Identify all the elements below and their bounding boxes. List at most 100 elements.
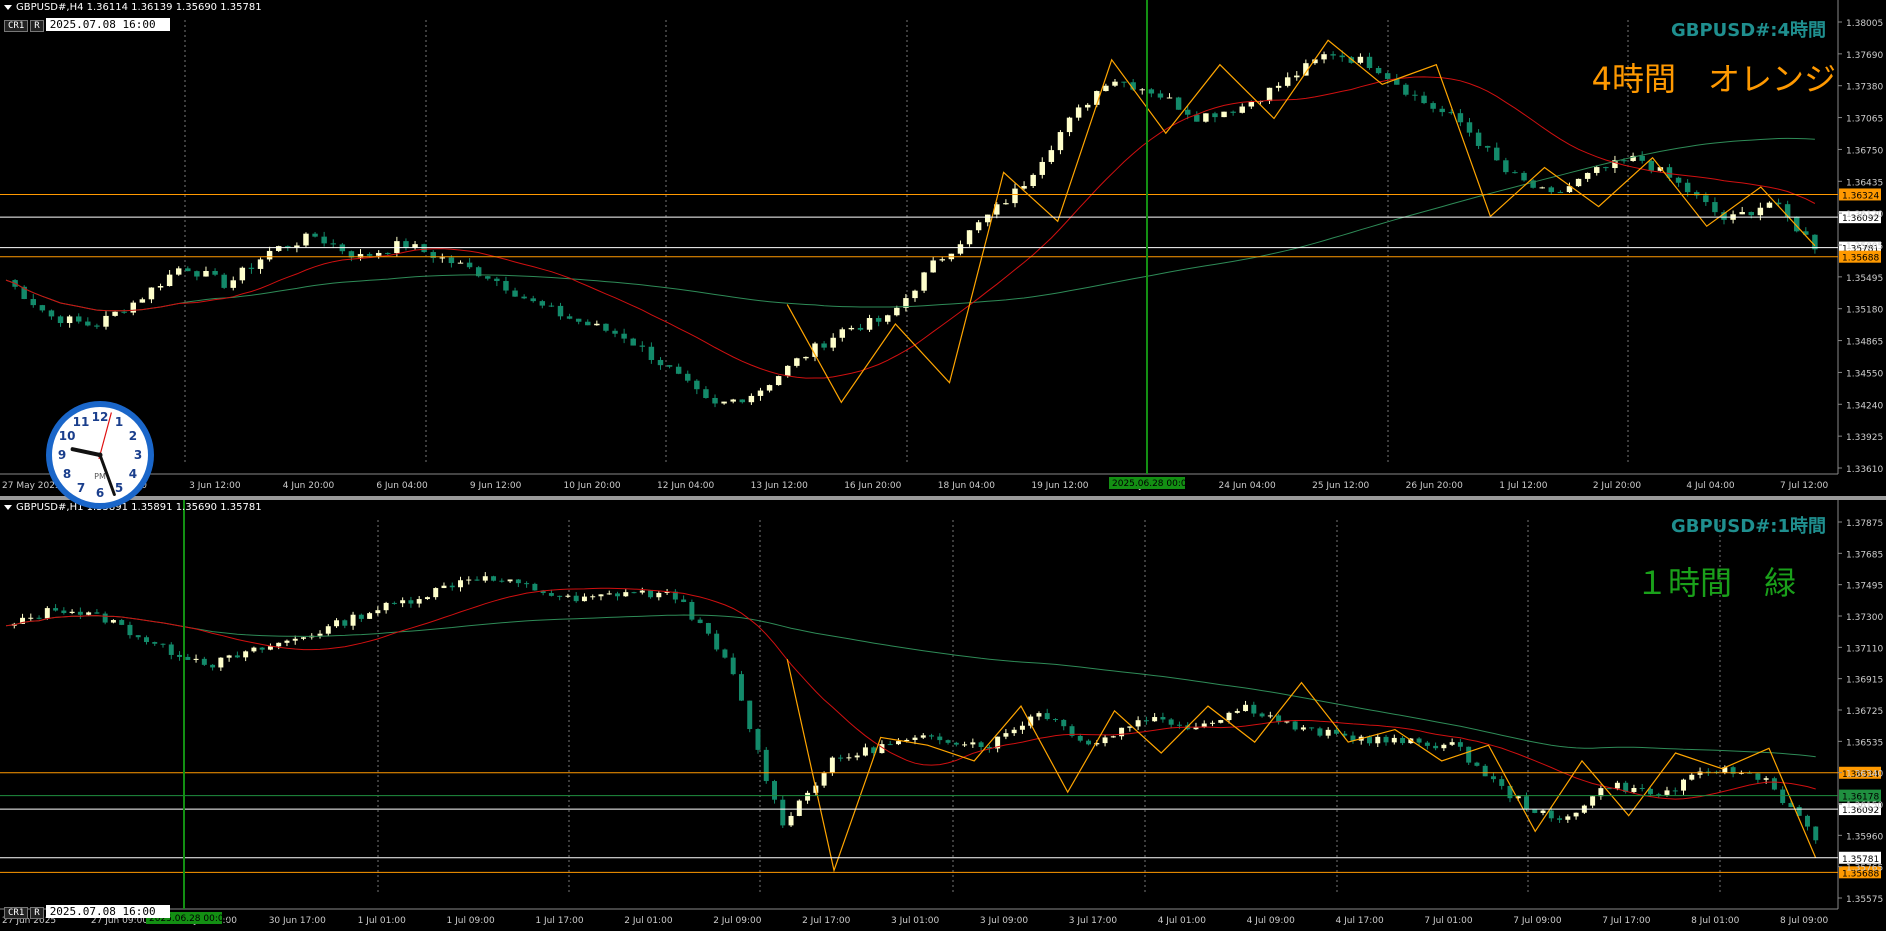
time-axis-label: 1 Jul 17:00 xyxy=(535,916,584,926)
candle-body xyxy=(730,657,736,675)
ma-slow-line xyxy=(5,614,1816,758)
candle-body xyxy=(747,700,753,730)
candle-body xyxy=(1375,68,1382,74)
clock-number: 12 xyxy=(92,410,109,424)
dropdown-triangle-icon[interactable] xyxy=(4,504,12,510)
candle-body xyxy=(703,389,709,398)
h1-subtitle: １時間 緑 xyxy=(1635,564,1796,602)
price-axis-label: 1.35575 xyxy=(1846,895,1883,905)
time-axis-label: 1 Jul 09:00 xyxy=(447,916,496,926)
candle-body xyxy=(772,781,777,800)
candle-body xyxy=(1218,720,1224,723)
candle-body xyxy=(1639,788,1645,790)
candle-body xyxy=(243,651,249,658)
candle-body xyxy=(1333,729,1339,734)
candle-body xyxy=(321,236,327,244)
candle-body xyxy=(1439,108,1445,113)
candle-body xyxy=(135,635,141,638)
analog-clock[interactable]: 12 12 3 45678 9 1011 PM xyxy=(44,399,156,511)
candle-body xyxy=(590,596,596,598)
time-axis-label: 8 Jul 09:00 xyxy=(1780,916,1829,926)
candle-body xyxy=(1366,56,1373,69)
h1-chart-pane[interactable]: 1.36324 1.36178 1.36092 1.35781 1.35688 1.378… xyxy=(0,500,1886,931)
candle-body xyxy=(1648,160,1655,171)
candle-body xyxy=(28,617,34,619)
candle-body xyxy=(266,250,273,260)
candle-body xyxy=(366,254,373,256)
h4-symbol-header: GBPUSD#,H4 1.36114 1.36139 1.35690 1.357… xyxy=(4,2,262,13)
clock-number: 10 xyxy=(59,429,76,443)
candle-body xyxy=(623,592,629,597)
h1-time-box[interactable]: CR1 R 2025.07.08 16:00 xyxy=(4,905,170,919)
candle-body xyxy=(1482,765,1488,777)
h4-time-box[interactable]: CR1 R 2025.07.08 16:00 xyxy=(4,18,170,32)
candle-body xyxy=(1755,773,1761,780)
candle-body xyxy=(1212,113,1218,118)
candle-body xyxy=(1672,790,1678,792)
price-axis-label: 1.34865 xyxy=(1846,338,1883,348)
candle-body xyxy=(530,298,536,302)
candle-body xyxy=(957,244,964,254)
candle-body xyxy=(1357,56,1364,63)
clock-number: 2 xyxy=(129,429,137,443)
candle-body xyxy=(1157,93,1164,98)
candle-body xyxy=(1075,107,1082,118)
price-axis-label: 1.35805 xyxy=(1846,242,1883,252)
candle-body xyxy=(984,214,991,223)
cr1-button[interactable]: CR1 xyxy=(4,907,29,919)
candle-body xyxy=(594,323,600,326)
dropdown-triangle-icon[interactable] xyxy=(4,4,12,10)
price-axis-label: 1.35495 xyxy=(1846,274,1883,284)
price-axis-label: 1.36435 xyxy=(1846,178,1883,188)
candle-body xyxy=(1259,713,1265,717)
candle-body xyxy=(1631,788,1637,793)
candle-body xyxy=(1757,207,1764,216)
candle-body xyxy=(1053,719,1058,721)
candle-body xyxy=(1230,111,1236,113)
candle-body xyxy=(499,580,505,582)
h1-datetime-field[interactable]: 2025.07.08 16:00 xyxy=(45,905,170,918)
candle-body xyxy=(403,241,409,248)
candle-body xyxy=(1030,174,1036,187)
candle-body xyxy=(367,613,373,619)
candle-body xyxy=(689,601,695,620)
candle-body xyxy=(895,741,901,745)
candle-body xyxy=(276,642,282,647)
candle-body xyxy=(248,267,255,269)
price-axis-label: 1.36340 xyxy=(1846,770,1883,780)
candle-body xyxy=(975,222,982,231)
candle-body xyxy=(1400,737,1406,744)
candle-body xyxy=(1763,778,1769,780)
candle-body xyxy=(1330,54,1336,56)
candle-body xyxy=(1681,779,1686,791)
candle-body xyxy=(86,612,92,615)
candle-body xyxy=(788,815,794,826)
candle-body xyxy=(1139,89,1145,91)
candle-body xyxy=(1565,816,1571,820)
r-button[interactable]: R xyxy=(30,20,44,32)
candle-body xyxy=(110,620,116,623)
candle-body xyxy=(1384,73,1391,79)
candle-body xyxy=(648,346,655,360)
time-axis-label: 4 Jul 01:00 xyxy=(1158,916,1207,926)
clock-center-pin xyxy=(97,452,103,458)
h1-chart-canvas[interactable]: 1.363241.361781.360921.357811.356881.378… xyxy=(0,500,1886,931)
candle-body xyxy=(503,281,509,291)
candle-body xyxy=(218,657,224,668)
candle-body xyxy=(160,643,166,645)
h4-chart-pane[interactable]: 1.36324 1.36092 1.35781 1.35688 1.38005 1.376… xyxy=(0,0,1886,496)
candle-body xyxy=(1548,810,1554,819)
candle-body xyxy=(866,318,873,330)
candle-body xyxy=(1251,704,1257,714)
cr1-button[interactable]: CR1 xyxy=(4,20,29,32)
candle-body xyxy=(1457,742,1463,747)
candle-body xyxy=(94,612,100,614)
h4-datetime-field[interactable]: 2025.07.08 16:00 xyxy=(45,18,170,31)
candle-body xyxy=(48,310,55,317)
r-button[interactable]: R xyxy=(30,907,44,919)
time-axis-label: 18 Jun 04:00 xyxy=(938,481,995,491)
candle-body xyxy=(303,233,309,246)
time-axis-label: 10 Jun 20:00 xyxy=(563,481,620,491)
time-axis-label: 12 Jun 04:00 xyxy=(657,481,714,491)
candle-body xyxy=(57,316,64,324)
